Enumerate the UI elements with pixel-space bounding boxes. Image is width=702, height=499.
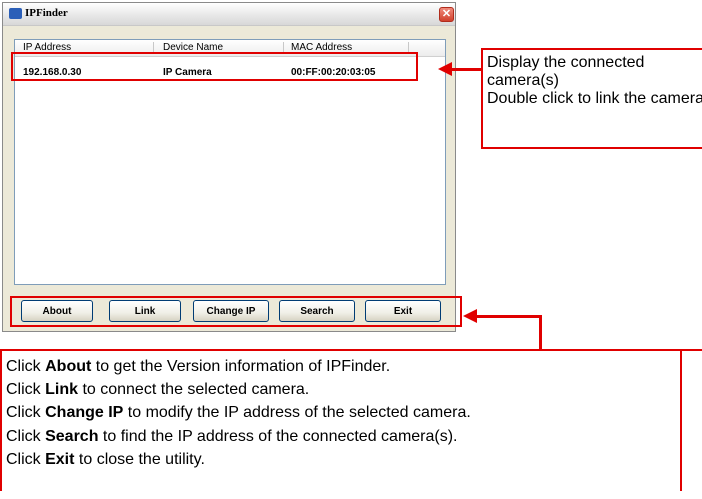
arrow-left-icon bbox=[438, 62, 452, 76]
callout-right-border bbox=[680, 349, 682, 491]
arrow-line-buttons-horizontal bbox=[475, 315, 541, 318]
arrow-line-buttons-vertical bbox=[539, 315, 542, 351]
arrow-line-list bbox=[450, 68, 482, 71]
instruction-about: Click About to get the Version informati… bbox=[6, 358, 391, 375]
callout-top-border bbox=[0, 349, 702, 351]
callout-text-display: Display the connected camera(s) bbox=[487, 54, 645, 89]
instruction-link: Click Link to connect the selected camer… bbox=[6, 381, 310, 398]
buttons-highlight-box bbox=[10, 296, 462, 327]
close-button[interactable]: ✕ bbox=[439, 7, 454, 22]
callout-left-border bbox=[0, 349, 2, 491]
list-callout: Display the connected camera(s) Double c… bbox=[481, 48, 702, 149]
instruction-search: Click Search to find the IP address of t… bbox=[6, 428, 458, 445]
window-title: IPFinder bbox=[25, 7, 68, 19]
app-icon bbox=[9, 8, 22, 19]
arrow-left-icon bbox=[463, 309, 477, 323]
callout-text-double-click: Double click to link the camera bbox=[487, 90, 702, 107]
title-bar[interactable]: IPFinder ✕ bbox=[3, 3, 455, 26]
instruction-change-ip: Click Change IP to modify the IP address… bbox=[6, 404, 471, 421]
instruction-exit: Click Exit to close the utility. bbox=[6, 451, 205, 468]
row-highlight-box bbox=[11, 52, 418, 81]
